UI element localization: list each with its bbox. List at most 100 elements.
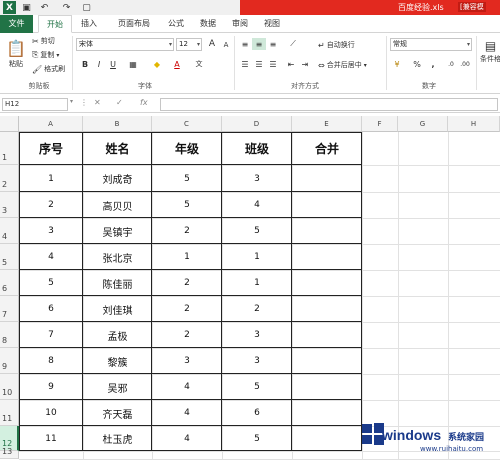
table-cell[interactable]: 7 [19,322,83,348]
currency-icon[interactable]: ¥ [390,58,404,70]
table-cell[interactable] [292,296,362,322]
table-cell[interactable]: 11 [19,426,83,451]
undo-icon[interactable]: ↶ [38,1,51,14]
font-color-icon[interactable]: A [170,58,184,70]
align-right-icon[interactable]: ☰ [266,58,280,70]
table-cell[interactable]: 2 [152,296,222,322]
row-header[interactable]: 3 [0,192,19,218]
table-header-cell[interactable]: 序号 [19,132,83,165]
tab-data[interactable]: 数据 [194,15,222,33]
conditional-format-button[interactable]: ▤ 条件格 [480,39,500,64]
table-cell[interactable]: 5 [152,165,222,192]
chevron-down-icon[interactable]: ▾ [70,98,73,105]
redo-icon[interactable]: ↷ [60,1,73,14]
table-cell[interactable] [292,218,362,244]
table-cell[interactable] [292,322,362,348]
column-header[interactable]: F [362,116,398,132]
format-painter-button[interactable]: 🖌 格式刷 [32,64,65,74]
table-cell[interactable]: 孟极 [83,322,152,348]
tab-file[interactable]: 文件 [0,15,33,33]
percent-button[interactable]: % [410,58,424,70]
row-header[interactable]: 5 [0,244,19,270]
column-header[interactable]: D [222,116,292,132]
row-header[interactable]: 7 [0,296,19,322]
table-cell[interactable]: 2 [152,270,222,296]
name-box[interactable]: H12 [2,98,68,111]
table-cell[interactable] [292,400,362,426]
tab-insert[interactable]: 插入 [74,15,104,33]
table-cell[interactable]: 1 [222,270,292,296]
select-all-corner[interactable] [0,116,19,132]
table-cell[interactable]: 3 [19,218,83,244]
borders-icon[interactable]: ▦ [126,58,140,70]
table-cell[interactable]: 2 [152,322,222,348]
table-cell[interactable]: 杜玉虎 [83,426,152,451]
table-header-cell[interactable]: 年级 [152,132,222,165]
table-cell[interactable]: 1 [19,165,83,192]
align-left-icon[interactable]: ☰ [238,58,252,70]
tab-home[interactable]: 开始 [38,15,72,33]
table-header-cell[interactable]: 班级 [222,132,292,165]
row-header[interactable]: 10 [0,374,19,400]
tab-view[interactable]: 视图 [258,15,286,33]
table-cell[interactable]: 刘成奇 [83,165,152,192]
row-header[interactable]: 1 [0,132,19,165]
paste-button[interactable]: 📋 粘贴 [6,39,26,69]
increase-decimal-icon[interactable]: .0 [444,58,458,70]
table-cell[interactable]: 5 [222,218,292,244]
row-header[interactable]: 4 [0,218,19,244]
align-center-icon[interactable]: ☰ [252,58,266,70]
table-cell[interactable]: 4 [152,426,222,451]
tab-review[interactable]: 审阅 [226,15,254,33]
align-bottom-icon[interactable]: ≡ [266,38,280,50]
grow-font-button[interactable]: A [205,38,219,50]
cut-button[interactable]: ✂ 剪切 [32,36,55,46]
table-cell[interactable]: 3 [152,348,222,374]
row-header[interactable]: 13 [0,447,19,459]
table-header-cell[interactable]: 姓名 [83,132,152,165]
formula-input[interactable] [160,98,498,111]
column-header[interactable]: A [19,116,83,132]
table-cell[interactable]: 4 [152,374,222,400]
cancel-icon[interactable]: ✕ [94,98,101,107]
table-cell[interactable]: 5 [222,374,292,400]
table-cell[interactable]: 高贝贝 [83,192,152,218]
comma-button[interactable]: , [426,58,440,70]
table-cell[interactable]: 黎簇 [83,348,152,374]
bold-button[interactable]: B [78,58,92,70]
column-header[interactable]: C [152,116,222,132]
tab-formulas[interactable]: 公式 [162,15,190,33]
table-cell[interactable]: 4 [152,400,222,426]
table-cell[interactable]: 张北京 [83,244,152,270]
table-cell[interactable]: 4 [19,244,83,270]
table-cell[interactable]: 2 [222,296,292,322]
decrease-decimal-icon[interactable]: .00 [458,58,472,70]
align-top-icon[interactable]: ≡ [238,38,252,50]
font-name-select[interactable]: 宋体 ▾ [76,38,174,51]
row-header[interactable]: 8 [0,322,19,348]
wrap-text-button[interactable]: ↵ 自动换行 [318,40,355,50]
copy-button[interactable]: ⎘ 复制 ▾ [32,50,59,60]
decrease-indent-icon[interactable]: ⇤ [284,58,298,70]
table-cell[interactable]: 齐天磊 [83,400,152,426]
table-cell[interactable]: 9 [19,374,83,400]
table-cell[interactable]: 4 [222,192,292,218]
table-cell[interactable]: 10 [19,400,83,426]
number-format-select[interactable]: 常规 ▾ [390,38,472,51]
orientation-icon[interactable]: ⟋ [286,38,300,50]
underline-button[interactable]: U [106,58,120,70]
table-cell[interactable]: 3 [222,322,292,348]
table-cell[interactable] [292,426,362,451]
table-cell[interactable]: 1 [222,244,292,270]
table-cell[interactable]: 5 [152,192,222,218]
row-header[interactable]: 9 [0,348,19,374]
table-cell[interactable] [292,270,362,296]
column-header[interactable]: B [83,116,152,132]
table-cell[interactable]: 陈佳丽 [83,270,152,296]
table-cell[interactable]: 吴邪 [83,374,152,400]
phonetic-icon[interactable]: 文 [192,58,206,70]
column-header[interactable]: E [292,116,362,132]
insert-function-button[interactable]: fx [140,98,148,107]
tab-page-layout[interactable]: 页面布局 [108,15,160,33]
table-cell[interactable] [292,374,362,400]
